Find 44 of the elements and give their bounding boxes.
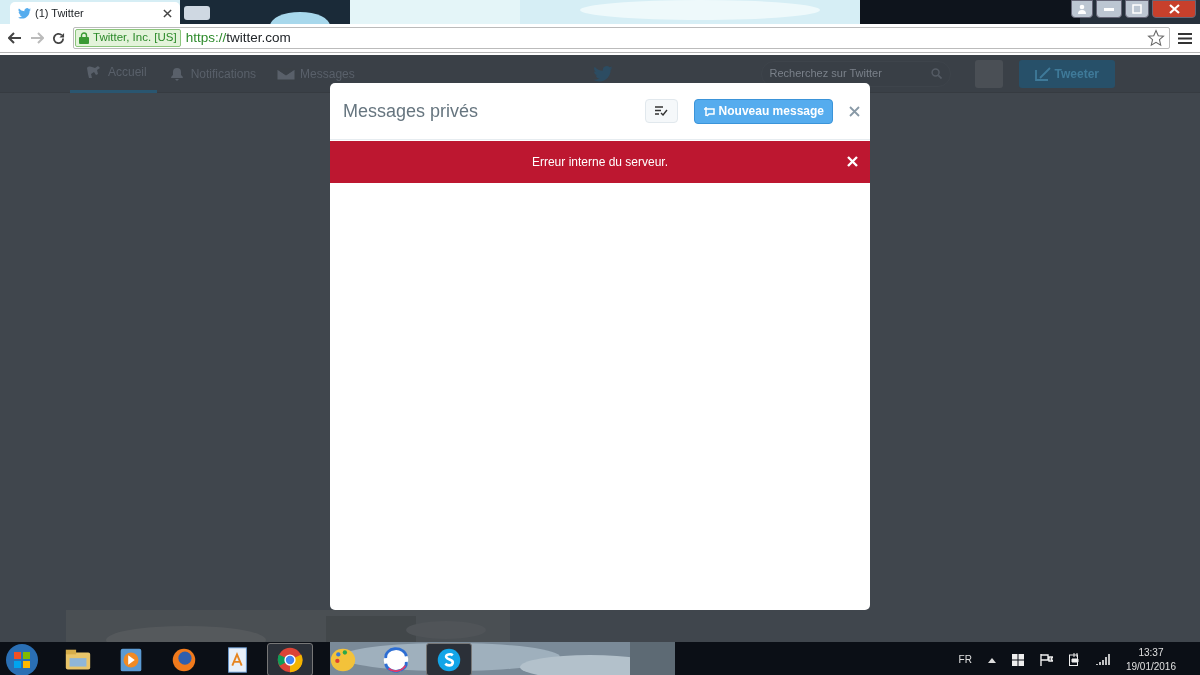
start-button[interactable]	[4, 642, 40, 675]
close-window-button[interactable]	[1152, 0, 1196, 18]
minimize-button[interactable]	[1096, 0, 1122, 18]
minimize-icon	[1104, 7, 1114, 11]
error-message: Erreur interne du serveur.	[531, 154, 669, 171]
restore-button[interactable]	[1125, 0, 1149, 18]
clock-date[interactable]: 19/01/2016	[1125, 659, 1176, 673]
close-button[interactable]	[849, 105, 860, 117]
close-icon	[847, 156, 858, 167]
checklist-icon	[654, 106, 668, 116]
star-icon[interactable]	[1147, 29, 1165, 47]
caret-icon[interactable]	[987, 656, 996, 663]
windows-icon[interactable]	[1011, 653, 1024, 666]
mark-read-button[interactable]	[644, 99, 678, 123]
compose-icon	[1034, 66, 1051, 81]
compose-message-icon	[702, 105, 715, 117]
clock-time[interactable]: 13:37	[1138, 646, 1164, 660]
search-icon	[930, 68, 942, 79]
tab-title: (1) Twitter	[35, 5, 84, 21]
restore-icon	[1132, 4, 1142, 14]
reload-icon[interactable]	[52, 31, 65, 45]
battery-icon[interactable]	[1068, 653, 1080, 666]
close-icon[interactable]	[163, 8, 172, 18]
address-bar[interactable]: Twitter, Inc. [US] https://twitter.com	[73, 27, 1170, 49]
security-badge[interactable]: Twitter, Inc. [US]	[75, 29, 181, 47]
profile-button[interactable]	[1071, 0, 1093, 18]
url-text: https://twitter.com	[185, 28, 291, 47]
taskbar-button[interactable]	[426, 643, 472, 675]
swirl-icon	[381, 644, 411, 675]
taskbar-button[interactable]	[267, 643, 313, 675]
person-icon	[1077, 4, 1087, 14]
browser-tab[interactable]: (1) Twitter	[10, 2, 180, 24]
back-icon[interactable]	[8, 32, 22, 44]
flag-icon[interactable]	[1039, 653, 1053, 666]
signal-icon[interactable]	[1095, 654, 1110, 665]
new-message-button[interactable]: Nouveau message	[693, 98, 833, 124]
close-icon	[849, 105, 860, 117]
bird-icon	[18, 7, 31, 19]
dismiss-button[interactable]	[847, 156, 858, 167]
menu-icon[interactable]	[1178, 31, 1192, 45]
lock-icon	[79, 32, 89, 44]
close-icon	[1168, 4, 1180, 14]
language-indicator[interactable]: FR	[958, 652, 972, 667]
dialog-title: Messages privés	[343, 99, 479, 123]
